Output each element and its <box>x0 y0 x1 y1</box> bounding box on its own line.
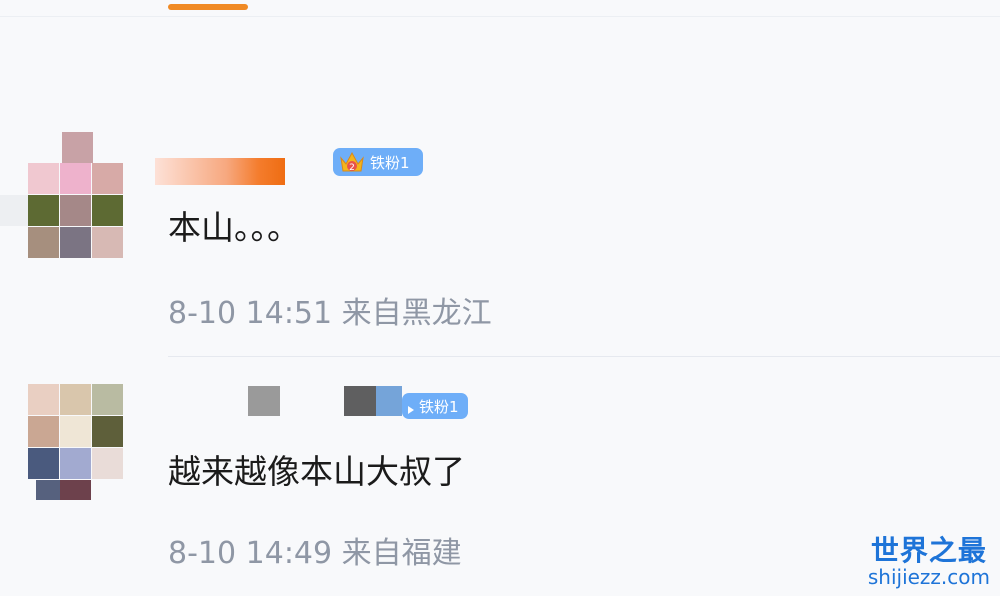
comment-item[interactable]: 铁粉1 越来越像本山大叔了 8-10 14:49 来自福建 <box>0 360 1000 596</box>
comment-text: 本山。。。 <box>168 208 300 247</box>
username-redacted[interactable] <box>376 386 402 416</box>
comment-meta: 8-10 14:51 来自黑龙江 <box>168 296 492 332</box>
watermark: 世界之最 shijiezz.com <box>867 534 990 589</box>
comment-text: 越来越像本山大叔了 <box>168 452 465 491</box>
comment-item[interactable]: 2 铁粉1 本山。。。 8-10 14:51 来自黑龙江 <box>0 120 1000 355</box>
username-redacted[interactable] <box>344 386 376 416</box>
tab-active-indicator <box>168 4 248 10</box>
comment-location: 来自福建 <box>341 536 462 571</box>
watermark-title: 世界之最 <box>870 534 987 567</box>
badge-label: 铁粉1 <box>370 153 410 172</box>
comment-date: 8-10 <box>168 536 237 571</box>
fan-badge[interactable]: 2 铁粉1 <box>333 148 423 176</box>
avatar[interactable] <box>0 360 130 500</box>
username-redacted[interactable] <box>248 386 280 416</box>
header-divider <box>0 16 1000 17</box>
comment-divider <box>168 356 1000 357</box>
watermark-url: shijiezz.com <box>867 565 990 589</box>
comment-time: 14:49 <box>245 536 333 571</box>
svg-text:2: 2 <box>349 163 355 173</box>
crown-icon: 2 <box>337 147 367 177</box>
comment-date: 8-10 <box>168 296 237 331</box>
comment-meta: 8-10 14:49 来自福建 <box>168 536 462 572</box>
chevron-right-icon <box>406 401 416 414</box>
fan-badge[interactable]: 铁粉1 <box>402 393 468 419</box>
comment-time: 14:51 <box>245 296 333 331</box>
username-redacted[interactable] <box>155 158 285 185</box>
badge-label: 铁粉1 <box>419 397 459 416</box>
comment-location: 来自黑龙江 <box>341 296 492 331</box>
avatar[interactable] <box>0 120 130 260</box>
